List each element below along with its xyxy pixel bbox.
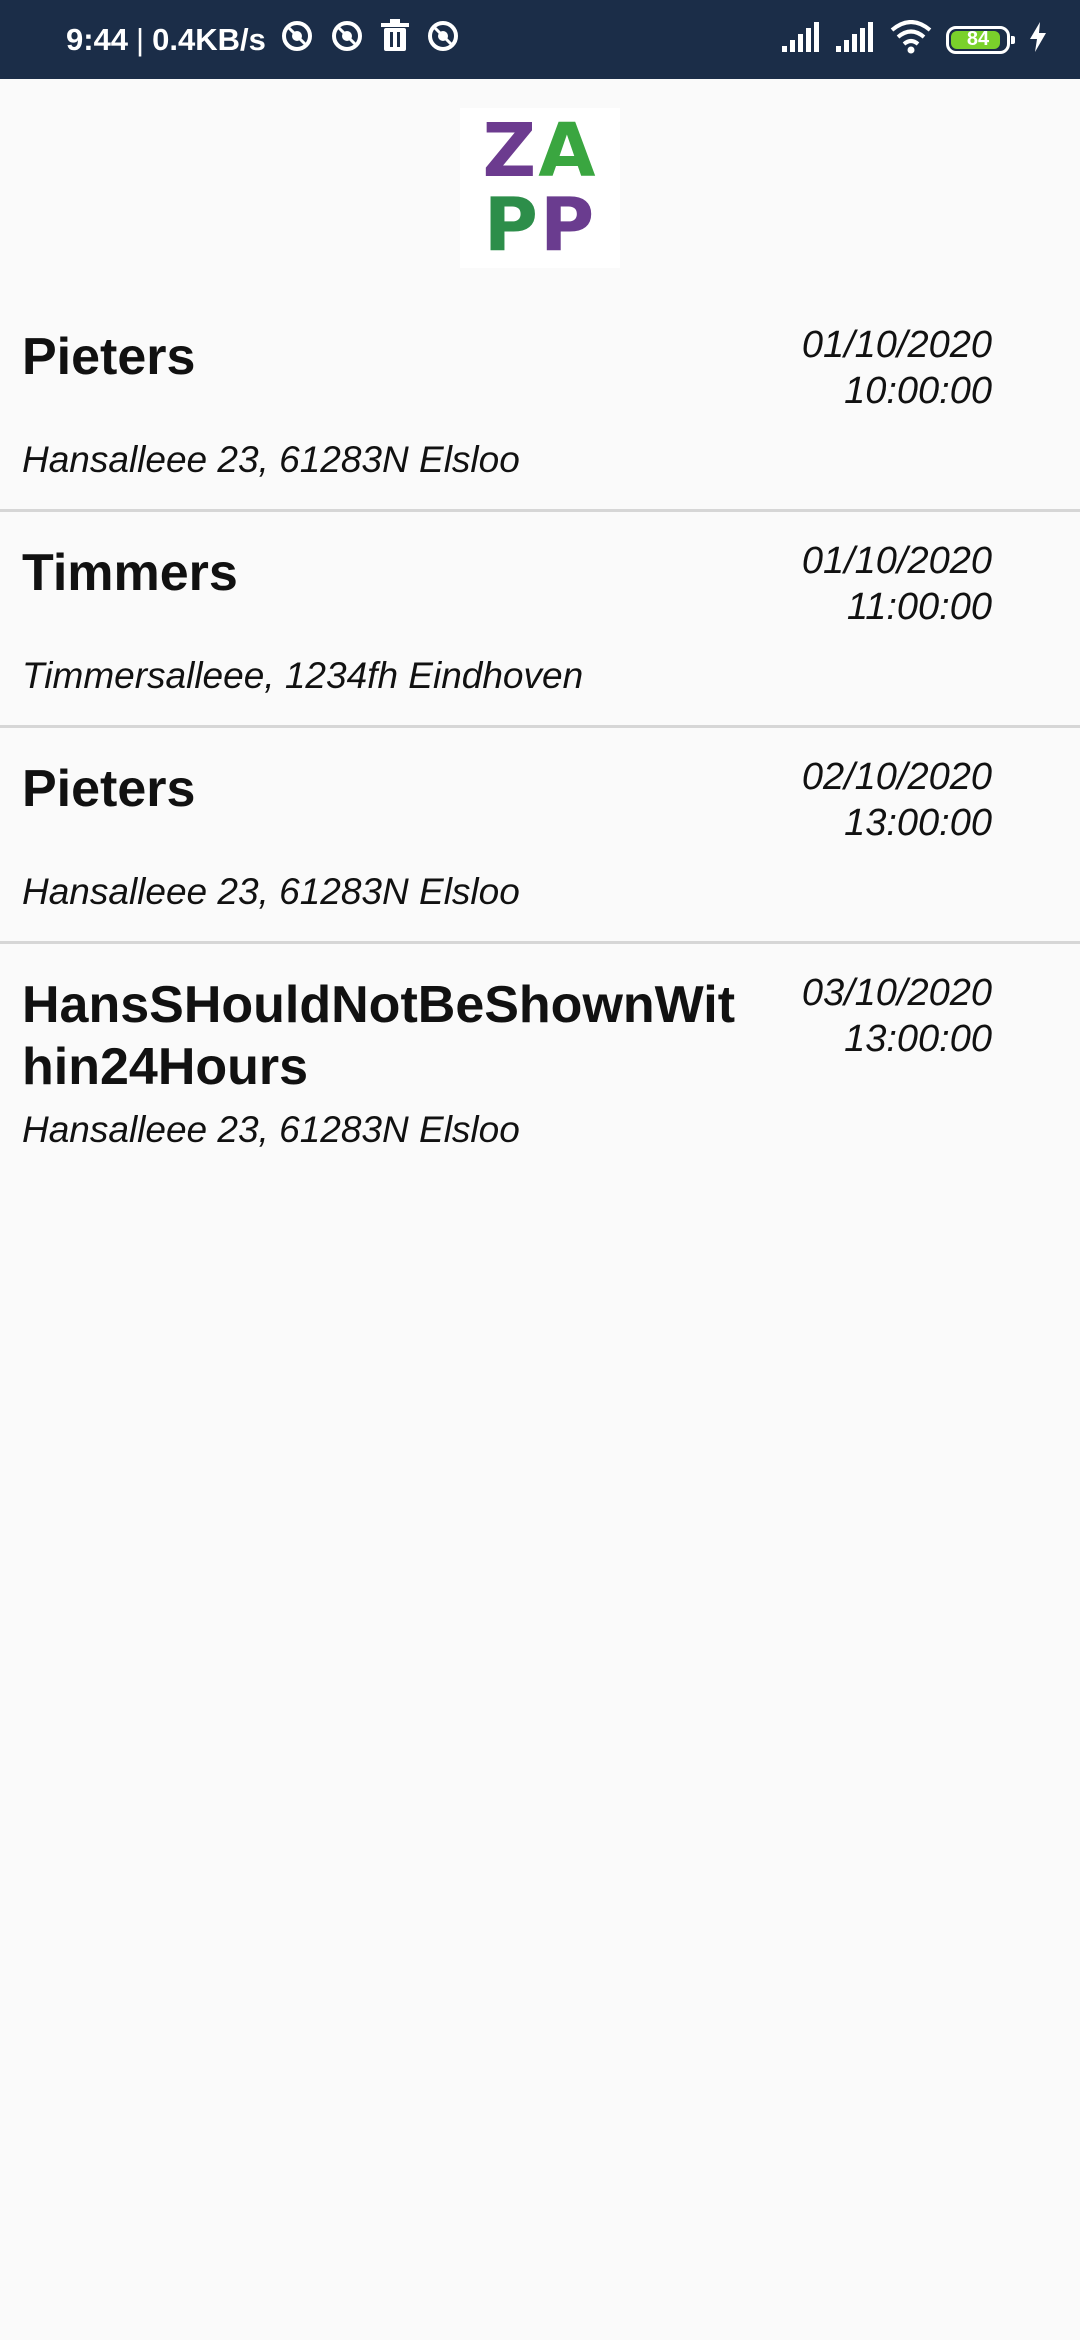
signal-icon [836,22,876,57]
appointment-date: 02/10/2020 [801,756,992,798]
list-item[interactable]: HansSHouldNotBeShownWithin24Hours 03/10/… [0,944,1080,1184]
clock: 9:44 [66,21,129,57]
appointment-time: 11:00:00 [846,586,992,628]
appointment-datetime: 01/10/2020 10:00:00 [802,322,992,414]
status-separator: | [136,21,145,57]
appointment-date: 01/10/2020 [801,324,992,366]
logo-letter: P [483,182,540,268]
signal-icon [782,22,822,57]
logo-letter: Z [482,108,539,194]
customer-address: Hansalleee 23, 61283N Elsloo [22,871,520,912]
logo-letter: A [538,108,598,194]
customer-address: Hansalleee 23, 61283N Elsloo [22,1109,520,1150]
status-bar: 9:44 | 0.4KB/s 84 [0,0,1080,79]
appointment-datetime: 01/10/2020 11:00:00 [802,538,992,630]
customer-name: HansSHouldNotBeShownWithin24Hours [22,976,736,1096]
appointment-datetime: 03/10/2020 13:00:00 [802,970,992,1062]
battery-level: 84 [966,28,990,50]
customer-address: Timmersalleee, 1234fh Eindhoven [22,655,584,696]
notification-icon [280,19,314,61]
list-item[interactable]: Pieters 01/10/2020 10:00:00 Hansalleee 2… [0,296,1080,512]
appointment-time: 13:00:00 [844,802,992,844]
appointment-list: Pieters 01/10/2020 10:00:00 Hansalleee 2… [0,296,1080,1184]
logo-lettering: Z A P P [460,108,620,268]
logo-letter: P [540,182,597,268]
customer-name: Pieters [22,328,196,386]
list-item[interactable]: Pieters 02/10/2020 13:00:00 Hansalleee 2… [0,728,1080,944]
charging-icon [1028,22,1048,57]
appointment-time: 13:00:00 [844,1018,992,1060]
appointment-datetime: 02/10/2020 13:00:00 [802,754,992,846]
appointment-date: 01/10/2020 [801,540,992,582]
customer-address: Hansalleee 23, 61283N Elsloo [22,439,520,480]
appointment-time: 10:00:00 [844,370,992,412]
battery-indicator: 84 [946,25,1015,54]
status-right: 84 [782,20,1048,59]
customer-name: Pieters [22,760,196,818]
app-logo: Z A P P [460,108,620,268]
wifi-icon [890,20,932,59]
appointment-date: 03/10/2020 [801,972,992,1014]
trash-icon [380,18,410,61]
notification-icon [426,19,460,61]
notification-icon [330,19,364,61]
customer-name: Timmers [22,544,238,602]
network-speed: 0.4KB/s [152,21,266,57]
status-left: 9:44 | 0.4KB/s [66,18,460,61]
list-item[interactable]: Timmers 01/10/2020 11:00:00 Timmersallee… [0,512,1080,728]
